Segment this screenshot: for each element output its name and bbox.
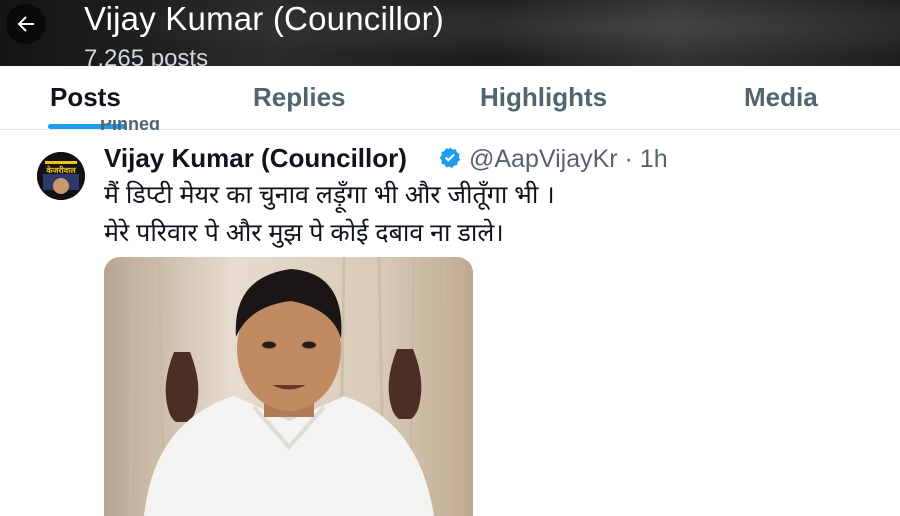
video-thumbnail bbox=[104, 257, 473, 516]
tweet-line: मैं डिप्टी मेयर का चुनाव लड़ूँगा भी और ज… bbox=[104, 181, 555, 209]
avatar-caption: केजरीवाल bbox=[46, 166, 76, 175]
tab-highlights[interactable]: Highlights bbox=[480, 82, 607, 113]
back-button[interactable] bbox=[6, 4, 46, 44]
arrow-left-icon bbox=[17, 16, 34, 32]
pinned-label: Pinned bbox=[100, 120, 161, 132]
tweet-media[interactable] bbox=[104, 257, 473, 516]
profile-header: Vijay Kumar (Councillor) 7,265 posts bbox=[0, 0, 900, 66]
tab-replies[interactable]: Replies bbox=[253, 82, 346, 113]
avatar[interactable]: केजरीवाल bbox=[37, 152, 85, 200]
post-count: 7,265 posts bbox=[84, 45, 209, 66]
tweet-text: मैं डिप्टी मेयर का चुनाव लड़ूँगा भी और ज… bbox=[104, 176, 555, 252]
tab-media[interactable]: Media bbox=[744, 82, 818, 113]
tweet-line: मेरे परिवार पे और मुझ पे कोई दबाव ना डाल… bbox=[104, 219, 504, 247]
author-handle[interactable]: @AapVijayKr · 1h bbox=[469, 145, 668, 174]
verified-badge-icon bbox=[439, 147, 461, 168]
author-name[interactable]: Vijay Kumar (Councillor) bbox=[104, 143, 407, 174]
tab-posts[interactable]: Posts bbox=[50, 82, 121, 113]
profile-title: Vijay Kumar (Councillor) bbox=[84, 0, 444, 37]
